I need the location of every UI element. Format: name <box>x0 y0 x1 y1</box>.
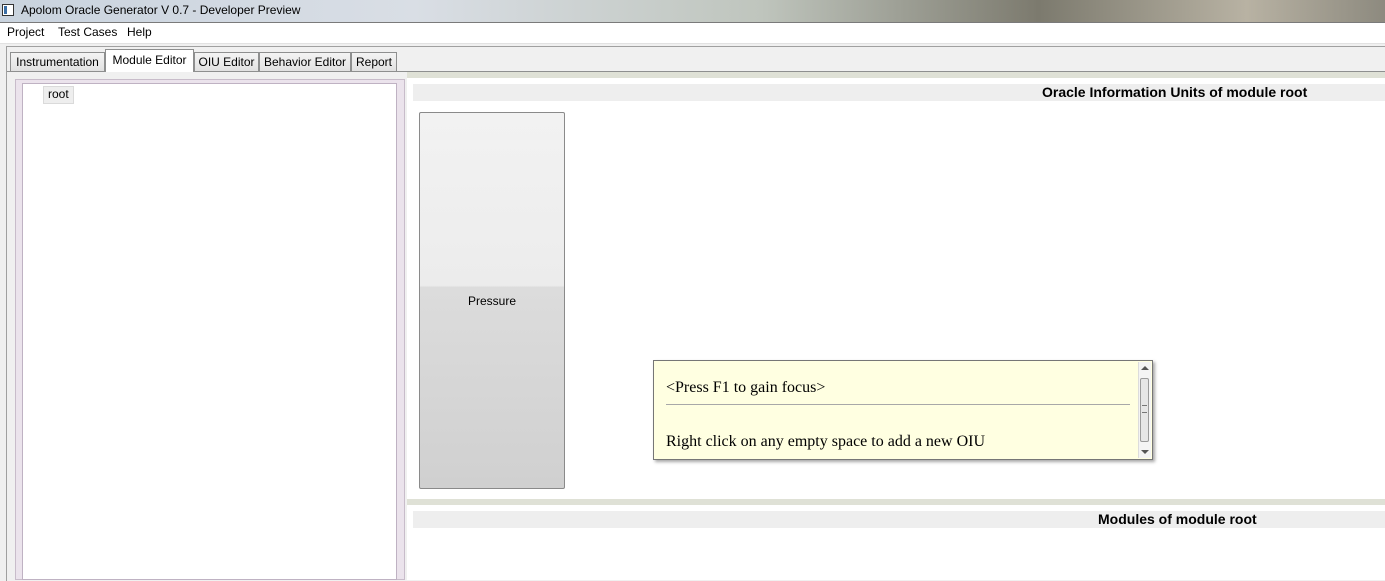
tab-instrumentation[interactable]: Instrumentation <box>10 52 105 71</box>
tooltip-focus-hint: <Press F1 to gain focus> <box>666 379 826 396</box>
menu-help[interactable]: Help <box>126 25 153 39</box>
title-bar: Apolom Oracle Generator V 0.7 - Develope… <box>0 0 1385 23</box>
scroll-up-icon[interactable] <box>1141 366 1149 370</box>
module-tree[interactable] <box>22 83 397 580</box>
tooltip-scrollbar[interactable] <box>1138 362 1151 458</box>
oiu-panel-title: Oracle Information Units of module root <box>1042 84 1308 100</box>
scroll-down-icon[interactable] <box>1141 450 1149 454</box>
oiu-card-pressure[interactable]: Pressure <box>419 112 565 489</box>
tab-bar: Instrumentation Module Editor OIU Editor… <box>0 49 1385 72</box>
app-icon[interactable] <box>2 4 14 16</box>
menu-project[interactable]: Project <box>6 25 45 39</box>
tab-module-editor[interactable]: Module Editor <box>105 49 194 72</box>
tooltip-message: Right click on any empty space to add a … <box>666 433 986 450</box>
oiu-card-label: Pressure <box>467 294 517 308</box>
menu-bar: Project Test Cases Help <box>0 23 1385 44</box>
help-tooltip: <Press F1 to gain focus> Right click on … <box>653 360 1153 460</box>
tab-oiu-editor[interactable]: OIU Editor <box>194 52 259 71</box>
oiu-panel-header: Oracle Information Units of module root <box>413 84 1385 101</box>
tab-report[interactable]: Report <box>351 52 397 71</box>
tooltip-divider <box>666 404 1130 405</box>
window-title: Apolom Oracle Generator V 0.7 - Develope… <box>21 3 301 17</box>
modules-panel-title: Modules of module root <box>1098 511 1257 527</box>
tab-behavior-editor[interactable]: Behavior Editor <box>259 52 351 71</box>
modules-panel-header: Modules of module root <box>413 511 1385 528</box>
tree-node-root[interactable]: root <box>43 86 74 104</box>
menu-test-cases[interactable]: Test Cases <box>57 25 118 39</box>
scroll-thumb[interactable] <box>1140 378 1149 442</box>
